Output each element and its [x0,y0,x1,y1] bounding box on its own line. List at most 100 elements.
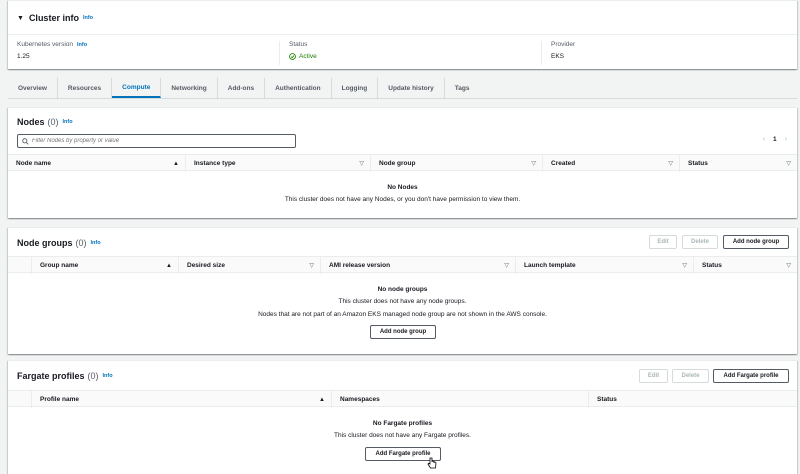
tab-resources[interactable]: Resources [58,78,113,98]
col-group-name[interactable]: Group name ▲ [31,257,178,274]
fargate-info-link[interactable]: Info [103,373,113,379]
tab-compute[interactable]: Compute [112,78,162,98]
nodes-info-link[interactable]: Info [63,119,73,125]
col-status-label: Status [597,396,617,403]
node-groups-panel: Node groups (0) Info Edit Delete Add nod… [8,227,797,354]
fargate-count: (0) [87,371,99,381]
nodes-search-input[interactable] [32,138,292,144]
col-status[interactable]: Status [588,391,797,408]
nodes-empty-title: No Nodes [387,184,418,191]
node-groups-table-header: Group name ▲ Desired size ▽ AMI release ve… [8,256,797,274]
cluster-info-link[interactable]: Info [83,15,93,21]
col-node-name-label: Node name [16,160,52,167]
col-namespaces-label: Namespaces [340,396,380,403]
sort-down-icon: ▽ [682,263,687,269]
status-value: Active [299,53,317,60]
tab-logging[interactable]: Logging [332,78,379,98]
col-instance-type[interactable]: Instance type ▽ [185,155,370,172]
nodes-count: (0) [47,117,59,127]
tab-update-history[interactable]: Update history [378,78,445,98]
tab-networking[interactable]: Networking [161,78,218,98]
col-desired-size-label: Desired size [187,262,225,269]
col-status[interactable]: Status ▽ [679,155,797,172]
prev-page-icon[interactable]: ‹ [763,136,765,143]
fargate-table-header: Profile name ▲ Namespaces Status [8,390,797,408]
sort-up-icon: ▲ [173,160,179,167]
fargate-profiles-panel: Fargate profiles (0) Info Edit Delete Ad… [8,360,797,474]
caret-down-icon[interactable]: ▼ [17,15,24,22]
k8s-version-value: 1.25 [17,53,30,60]
col-status-label: Status [688,160,708,167]
add-fargate-profile-button[interactable]: Add Fargate profile [713,369,789,383]
col-ami-label: AMI release version [329,262,391,269]
nodes-search-field[interactable] [17,134,296,148]
col-node-group[interactable]: Node group ▽ [370,155,542,172]
k8s-info-link[interactable]: Info [77,42,87,48]
col-launch-template-label: Launch template [524,262,576,269]
node-groups-info-link[interactable]: Info [91,240,101,246]
nodes-empty-state: No Nodes This cluster does not have any … [8,184,797,203]
add-node-group-empty-button[interactable]: Add node group [370,325,436,339]
col-node-group-label: Node group [379,160,416,167]
col-instance-type-label: Instance type [194,160,236,167]
edit-node-group-button[interactable]: Edit [649,235,677,249]
col-launch-template[interactable]: Launch template ▽ [515,257,693,274]
col-desired-size[interactable]: Desired size ▽ [178,257,320,274]
tab-tags[interactable]: Tags [445,78,480,98]
sort-down-icon: ▽ [786,161,791,167]
col-group-name-label: Group name [40,262,79,269]
col-ami-release-version[interactable]: AMI release version ▽ [320,257,515,274]
sort-down-icon: ▽ [309,263,314,269]
col-created[interactable]: Created ▽ [542,155,679,172]
nodes-panel: Nodes (0) Info ‹ 1 › Node name ▲ Instance… [8,107,797,218]
pointer-cursor-icon [427,457,437,469]
sort-down-icon: ▽ [668,161,673,167]
add-node-group-button[interactable]: Add node group [723,235,789,249]
sort-up-icon: ▲ [166,262,172,269]
sort-down-icon: ▽ [359,161,364,167]
delete-fargate-button[interactable]: Delete [672,369,709,383]
delete-node-group-button[interactable]: Delete [682,235,718,249]
nodes-table-header: Node name ▲ Instance type ▽ Node group ▽ Cr… [8,154,797,172]
tab-overview[interactable]: Overview [8,78,58,98]
nodes-empty-desc: This cluster does not have any Nodes, or… [284,196,521,203]
fargate-title: Fargate profiles [17,371,85,381]
col-namespaces[interactable]: Namespaces [331,391,588,408]
cluster-tabs: Overview Resources Compute Networking Ad… [8,78,479,98]
cluster-info-title: Cluster info [28,13,79,23]
k8s-version-label: Kubernetes version [17,41,74,48]
tab-authentication[interactable]: Authentication [265,78,332,98]
col-created-label: Created [551,160,576,167]
sort-down-icon: ▽ [504,263,509,269]
node-groups-empty-note: Nodes that are not part of an Amazon EKS… [258,311,547,318]
node-groups-title: Node groups [17,238,73,248]
node-groups-empty-state: No node groups This cluster does not hav… [8,286,797,318]
sort-down-icon: ▽ [786,263,791,269]
col-profile-name[interactable]: Profile name ▲ [31,391,331,408]
fargate-empty-state: No Fargate profiles This cluster does no… [8,420,797,439]
node-groups-empty-desc: This cluster does not have any node grou… [338,298,467,305]
check-circle-icon [289,53,296,60]
sort-up-icon: ▲ [319,396,325,403]
select-column [8,257,31,274]
tabs-divider [8,98,797,99]
fargate-empty-desc: This cluster does not have any Fargate p… [334,432,471,439]
sort-down-icon: ▽ [531,161,536,167]
cluster-info-panel: ▼ Cluster info Info Kubernetes version In… [8,0,797,69]
col-status[interactable]: Status ▽ [693,257,797,274]
next-page-icon[interactable]: › [785,136,787,143]
provider-label: Provider [551,41,576,48]
edit-fargate-button[interactable]: Edit [639,369,668,383]
col-node-name[interactable]: Node name ▲ [8,155,185,172]
status-label: Status [289,41,308,48]
tab-add-ons[interactable]: Add-ons [218,78,266,98]
node-groups-empty-title: No node groups [377,286,428,293]
nodes-title: Nodes [17,117,45,127]
fargate-empty-title: No Fargate profiles [372,420,433,427]
select-column [8,391,31,408]
search-icon [22,137,29,145]
node-groups-count: (0) [75,238,87,248]
col-status-label: Status [702,262,722,269]
page-number[interactable]: 1 [773,136,777,143]
col-profile-name-label: Profile name [40,396,80,403]
